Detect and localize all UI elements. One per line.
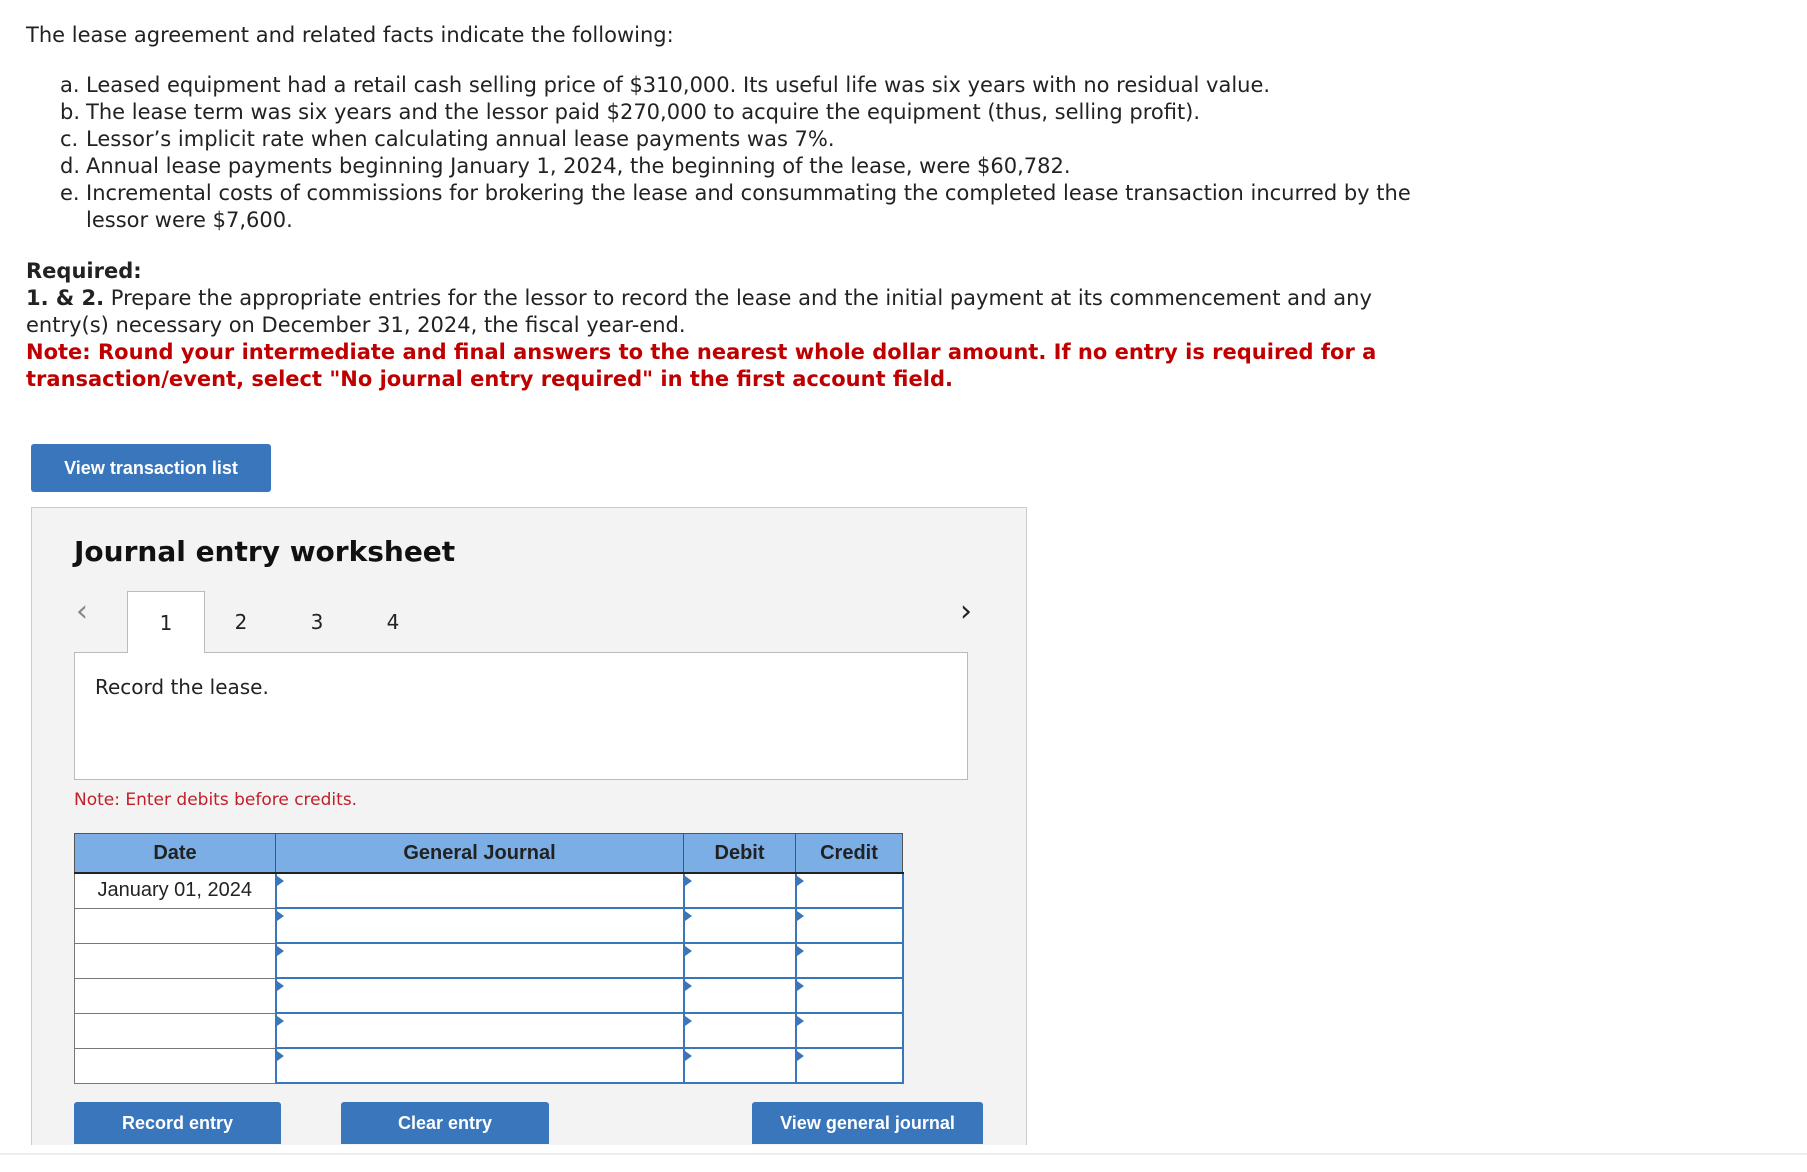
credit-input[interactable] — [794, 872, 904, 909]
credit-input[interactable] — [794, 977, 904, 1014]
date-cell[interactable] — [74, 907, 276, 944]
credit-input[interactable] — [794, 907, 904, 944]
intro-text: The lease agreement and related facts in… — [26, 23, 674, 47]
prev-arrow-icon[interactable]: ‹ — [76, 594, 88, 629]
required-text: 1. & 2. Prepare the appropriate entries … — [26, 286, 1372, 337]
instruction-box: Record the lease. — [74, 652, 968, 780]
account-input[interactable] — [274, 1047, 685, 1084]
col-general-journal: General Journal — [275, 833, 684, 874]
tab-4[interactable]: 4 — [355, 591, 431, 652]
journal-table: Date General Journal Debit Credit Januar… — [74, 833, 904, 1084]
table-row — [74, 907, 904, 944]
required-heading: Required: — [26, 259, 142, 283]
fact-label: d. — [60, 154, 81, 178]
fact-item: d. Annual lease payments beginning Januar… — [60, 153, 1450, 180]
debits-note: Note: Enter debits before credits. — [74, 790, 358, 810]
record-entry-button[interactable]: Record entry — [74, 1102, 281, 1144]
date-cell[interactable] — [74, 1012, 276, 1049]
account-input[interactable] — [274, 977, 685, 1014]
debit-input[interactable] — [682, 1012, 797, 1049]
credit-input[interactable] — [794, 942, 904, 979]
tab-3[interactable]: 3 — [279, 591, 355, 652]
fact-label: a. — [60, 73, 80, 97]
credit-input[interactable] — [794, 1047, 904, 1084]
instruction-text: Record the lease. — [95, 675, 269, 699]
debit-input[interactable] — [682, 907, 797, 944]
date-cell[interactable] — [74, 1047, 276, 1084]
fact-text: The lease term was six years and the les… — [86, 100, 1201, 124]
debit-input[interactable] — [682, 872, 797, 909]
required-section: Required: 1. & 2. Prepare the appropriat… — [26, 258, 1446, 393]
table-row: January 01, 2024 — [74, 872, 904, 909]
clear-entry-button[interactable]: Clear entry — [341, 1102, 549, 1144]
fact-item: e. Incremental costs of commissions for b… — [60, 180, 1450, 234]
fact-text: Incremental costs of commissions for bro… — [86, 181, 1411, 232]
table-row — [74, 1012, 904, 1049]
table-row — [74, 1047, 904, 1084]
rounding-note: Note: Round your intermediate and final … — [26, 340, 1377, 391]
fact-item: b. The lease term was six years and the l… — [60, 99, 1450, 126]
date-cell[interactable] — [74, 977, 276, 1014]
date-cell[interactable] — [74, 942, 276, 979]
credit-input[interactable] — [794, 1012, 904, 1049]
date-cell[interactable]: January 01, 2024 — [74, 872, 276, 909]
account-input[interactable] — [274, 1012, 685, 1049]
fact-label: c. — [60, 127, 79, 151]
col-credit: Credit — [795, 833, 903, 874]
debit-input[interactable] — [682, 942, 797, 979]
account-input[interactable] — [274, 942, 685, 979]
debit-input[interactable] — [682, 1047, 797, 1084]
facts-list: a. Leased equipment had a retail cash sel… — [60, 72, 1450, 234]
next-arrow-icon[interactable]: › — [960, 594, 972, 629]
divider — [0, 1153, 1807, 1155]
account-input[interactable] — [274, 872, 685, 909]
table-row — [74, 942, 904, 979]
fact-item: c. Lessor’s implicit rate when calculatin… — [60, 126, 1450, 153]
col-debit: Debit — [683, 833, 796, 874]
fact-label: b. — [60, 100, 81, 124]
col-date: Date — [74, 833, 276, 874]
fact-text: Lessor’s implicit rate when calculating … — [86, 127, 835, 151]
account-input[interactable] — [274, 907, 685, 944]
worksheet-title: Journal entry worksheet — [74, 535, 456, 568]
tab-2[interactable]: 2 — [203, 591, 279, 652]
debit-input[interactable] — [682, 977, 797, 1014]
fact-text: Annual lease payments beginning January … — [86, 154, 1071, 178]
view-general-journal-button[interactable]: View general journal — [752, 1102, 983, 1144]
fact-text: Leased equipment had a retail cash selli… — [86, 73, 1271, 97]
view-transaction-list-button[interactable]: View transaction list — [31, 444, 271, 492]
fact-label: e. — [60, 181, 80, 205]
table-row — [74, 977, 904, 1014]
fact-item: a. Leased equipment had a retail cash sel… — [60, 72, 1450, 99]
tab-1[interactable]: 1 — [127, 591, 205, 653]
